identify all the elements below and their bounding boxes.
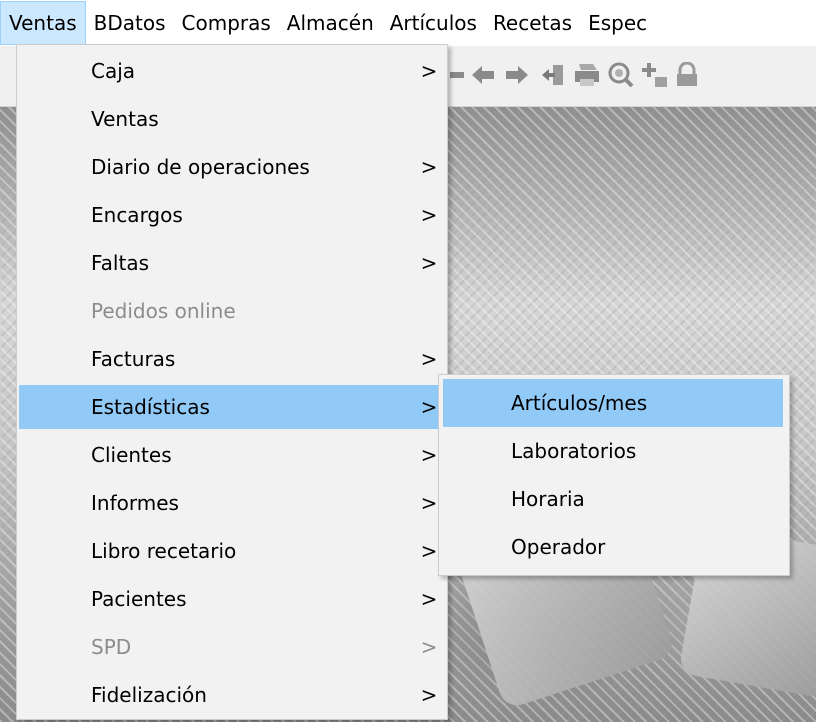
- print-icon[interactable]: [570, 58, 604, 92]
- submenu-item-label: Operador: [511, 535, 606, 559]
- menu-item-estadisticas[interactable]: Estadísticas >: [19, 385, 445, 429]
- submenu-arrow-icon: >: [420, 443, 438, 467]
- submenu-arrow-icon: >: [420, 59, 438, 83]
- submenu-arrow-icon: >: [420, 635, 438, 659]
- arrow-left-icon[interactable]: [466, 58, 500, 92]
- menu-item-spd: SPD >: [19, 625, 445, 669]
- menubar: Ventas BDatos Compras Almacén Artículos …: [0, 0, 816, 46]
- estadisticas-submenu: Artículos/mes Laboratorios Horaria Opera…: [438, 374, 790, 576]
- submenu-item-operador[interactable]: Operador: [443, 523, 783, 571]
- menu-item-label: Estadísticas: [91, 395, 210, 419]
- menu-item-label: Ventas: [91, 107, 159, 131]
- menu-item-label: Caja: [91, 59, 136, 83]
- submenu-item-label: Laboratorios: [511, 439, 637, 463]
- menubar-item-compras[interactable]: Compras: [174, 1, 279, 45]
- submenu-arrow-icon: >: [420, 683, 438, 707]
- submenu-item-laboratorios[interactable]: Laboratorios: [443, 427, 783, 475]
- menu-item-label: Facturas: [91, 347, 176, 371]
- import-icon[interactable]: [536, 58, 570, 92]
- submenu-arrow-icon: >: [420, 203, 438, 227]
- menu-item-clientes[interactable]: Clientes >: [19, 433, 445, 477]
- arrow-right-icon[interactable]: [500, 58, 534, 92]
- submenu-arrow-icon: >: [420, 587, 438, 611]
- menu-item-libro-recetario[interactable]: Libro recetario >: [19, 529, 445, 573]
- menu-item-label: Pedidos online: [91, 299, 236, 323]
- lock-icon[interactable]: [670, 58, 704, 92]
- menu-item-diario-de-operaciones[interactable]: Diario de operaciones >: [19, 145, 445, 189]
- menubar-item-articulos[interactable]: Artículos: [382, 1, 485, 45]
- menu-item-caja[interactable]: Caja >: [19, 49, 445, 93]
- menu-item-label: Faltas: [91, 251, 149, 275]
- menu-item-label: Encargos: [91, 203, 183, 227]
- submenu-arrow-icon: >: [420, 155, 438, 179]
- submenu-arrow-icon: >: [420, 347, 438, 371]
- menu-item-facturas[interactable]: Facturas >: [19, 337, 445, 381]
- menu-item-encargos[interactable]: Encargos >: [19, 193, 445, 237]
- menu-item-pedidos-online: Pedidos online: [19, 289, 445, 333]
- submenu-arrow-icon: >: [420, 395, 438, 419]
- submenu-item-label: Artículos/mes: [511, 391, 648, 415]
- menu-item-informes[interactable]: Informes >: [19, 481, 445, 525]
- menu-item-label: Pacientes: [91, 587, 187, 611]
- menu-item-label: SPD: [91, 635, 132, 659]
- ventas-dropdown-menu: Caja > Ventas Diario de operaciones > En…: [16, 44, 448, 720]
- menu-item-fidelizacion[interactable]: Fidelización >: [19, 673, 445, 717]
- menubar-item-ventas[interactable]: Ventas: [0, 1, 86, 45]
- menu-item-label: Informes: [91, 491, 179, 515]
- menu-item-label: Libro recetario: [91, 539, 237, 563]
- menubar-item-espec[interactable]: Espec: [580, 1, 655, 45]
- menubar-item-bdatos[interactable]: BDatos: [86, 1, 174, 45]
- menu-item-label: Diario de operaciones: [91, 155, 310, 179]
- submenu-arrow-icon: >: [420, 491, 438, 515]
- menu-item-label: Fidelización: [91, 683, 207, 707]
- submenu-arrow-icon: >: [420, 251, 438, 275]
- menu-item-label: Clientes: [91, 443, 172, 467]
- search-icon[interactable]: [604, 58, 638, 92]
- submenu-item-horaria[interactable]: Horaria: [443, 475, 783, 523]
- submenu-item-articulos-mes[interactable]: Artículos/mes: [443, 379, 783, 427]
- submenu-arrow-icon: >: [420, 539, 438, 563]
- menu-item-faltas[interactable]: Faltas >: [19, 241, 445, 285]
- submenu-item-label: Horaria: [511, 487, 585, 511]
- menu-item-pacientes[interactable]: Pacientes >: [19, 577, 445, 621]
- menubar-item-recetas[interactable]: Recetas: [485, 1, 580, 45]
- menu-item-ventas[interactable]: Ventas: [19, 97, 445, 141]
- menubar-item-almacen[interactable]: Almacén: [279, 1, 382, 45]
- add-icon[interactable]: [638, 58, 672, 92]
